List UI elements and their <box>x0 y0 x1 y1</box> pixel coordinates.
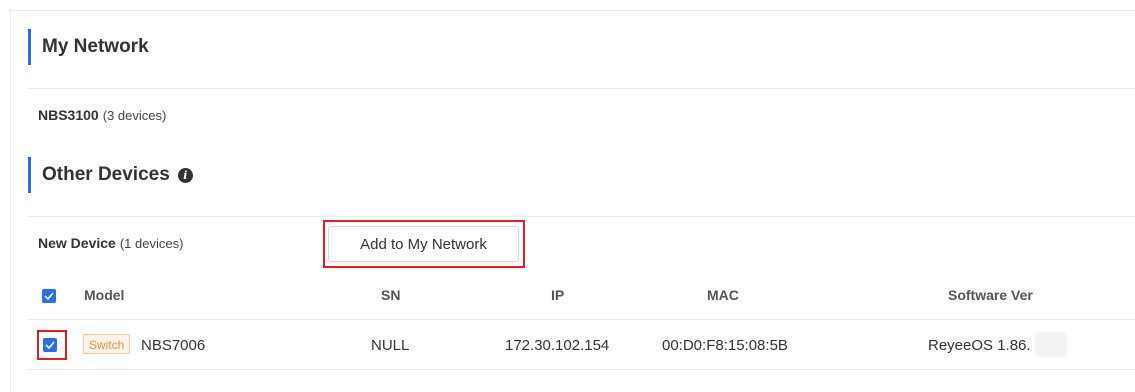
add-to-my-network-button[interactable]: Add to My Network <box>328 226 519 262</box>
section-divider <box>28 88 1135 89</box>
row-checkbox[interactable] <box>43 338 57 352</box>
section-accent-bar <box>28 157 31 193</box>
other-devices-heading: Other Devices i <box>28 157 193 193</box>
table-header-divider <box>28 319 1135 320</box>
new-device-group[interactable]: New Device (1 devices) <box>38 235 183 251</box>
cell-ip: 172.30.102.154 <box>505 337 610 354</box>
group-name: New Device <box>38 235 116 251</box>
device-management-page: My Network NBS3100 (3 devices) Other Devi… <box>0 0 1135 392</box>
network-panel <box>10 10 1135 392</box>
group-device-count: (1 devices) <box>119 236 184 251</box>
column-header-software-ver[interactable]: Software Ver <box>948 287 1033 303</box>
cell-model: NBS7006 <box>141 337 206 354</box>
my-network-group[interactable]: NBS3100 (3 devices) <box>38 107 166 123</box>
column-header-ip[interactable]: IP <box>551 287 564 303</box>
checkmark-icon <box>45 341 55 349</box>
cell-mac: 00:D0:F8:15:08:5B <box>662 337 788 354</box>
column-header-sn[interactable]: SN <box>381 287 400 303</box>
column-header-mac[interactable]: MAC <box>707 287 739 303</box>
group-name: NBS3100 <box>38 107 99 123</box>
cell-software-ver: ReyeeOS 1.86. <box>928 337 1031 354</box>
select-all-checkbox[interactable] <box>42 289 56 303</box>
other-devices-title: Other Devices <box>42 164 170 185</box>
group-device-count: (3 devices) <box>102 108 167 123</box>
my-network-heading: My Network <box>28 29 149 65</box>
checkmark-icon <box>44 292 54 300</box>
column-header-model[interactable]: Model <box>84 287 124 303</box>
redacted-area <box>1035 332 1067 357</box>
table-row-divider <box>28 369 1135 370</box>
device-type-badge: Switch <box>83 334 131 354</box>
cell-sn: NULL <box>371 337 410 354</box>
section-divider <box>28 216 1135 217</box>
info-icon[interactable]: i <box>177 168 193 183</box>
my-network-title: My Network <box>42 36 149 57</box>
section-accent-bar <box>28 29 31 65</box>
